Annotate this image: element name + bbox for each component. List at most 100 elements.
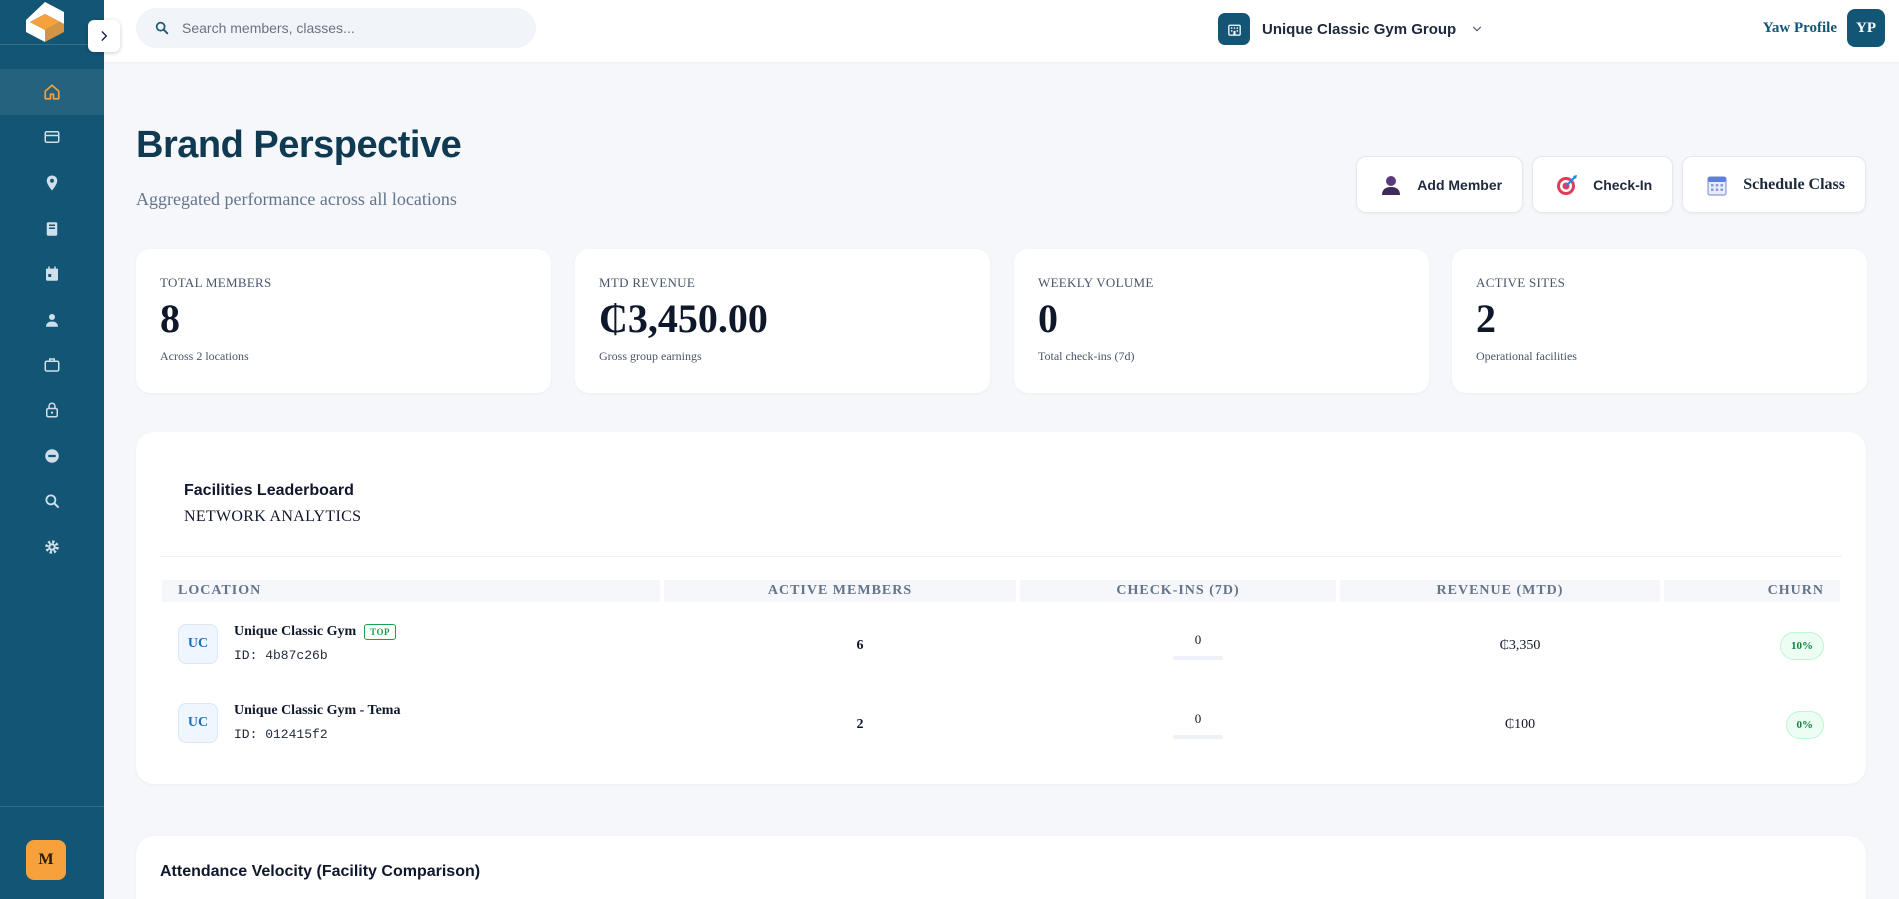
stat-caption: Operational facilities [1476, 349, 1577, 363]
leaderboard-title: Facilities Leaderboard [184, 482, 354, 499]
attendance-velocity-panel: Attendance Velocity (Facility Comparison… [136, 836, 1866, 899]
location-name-text: Unique Classic Gym [234, 624, 357, 639]
card-icon [44, 131, 60, 143]
location-name: Unique Classic Gym - Tema [234, 703, 400, 719]
sidebar-item-access[interactable] [0, 387, 104, 433]
chevron-right-icon [101, 31, 108, 41]
table-row[interactable]: UC Unique Classic Gym TOP ID: 4b87c26b 6… [162, 618, 1840, 674]
location-avatar: UC [178, 624, 218, 664]
top-badge: TOP [364, 624, 396, 640]
search-icon [155, 21, 169, 35]
stat-value: 0 [1038, 296, 1058, 341]
leaderboard-divider [160, 556, 1842, 557]
search-input[interactable] [182, 20, 502, 36]
building-icon [1218, 13, 1250, 45]
stat-card-mtd-revenue: MTD REVENUE ₵3,450.00 Gross group earnin… [575, 249, 990, 393]
stat-caption: Gross group earnings [599, 349, 702, 363]
check-in-label: Check-In [1593, 176, 1653, 193]
column-header-churn[interactable]: CHURN [1664, 580, 1840, 602]
check-ins-cell: 0 [1040, 618, 1356, 674]
location-name: Unique Classic Gym TOP [234, 624, 396, 640]
table-header: LOCATION ACTIVE MEMBERS CHECK-INS (7D) R… [162, 580, 1840, 602]
sidebar-item-locations[interactable] [0, 160, 104, 206]
book-icon [46, 222, 58, 236]
location-pin-icon [46, 175, 58, 191]
add-member-label: Add Member [1417, 176, 1503, 193]
person-icon [1382, 175, 1401, 195]
location-avatar: UC [178, 703, 218, 743]
stat-value: 2 [1476, 296, 1496, 341]
active-members-value: 2 [856, 717, 864, 732]
facilities-leaderboard: Facilities Leaderboard NETWORK ANALYTICS… [136, 432, 1866, 784]
check-ins-cell: 0 [1040, 697, 1356, 753]
stat-card-active-sites: ACTIVE SITES 2 Operational facilities [1452, 249, 1867, 393]
profile-avatar: YP [1847, 9, 1885, 47]
add-member-button[interactable]: Add Member [1356, 156, 1524, 213]
check-ins-value: 0 [1194, 632, 1202, 647]
sidebar-item-schedule[interactable] [0, 251, 104, 297]
location-name-text: Unique Classic Gym - Tema [234, 703, 401, 718]
stat-label: TOTAL MEMBERS [160, 275, 272, 290]
sidebar-item-settings[interactable] [0, 524, 104, 570]
minus-circle-icon [45, 449, 59, 463]
chevron-down-icon [1473, 26, 1482, 32]
column-header-check-ins[interactable]: CHECK-INS (7D) [1020, 580, 1336, 602]
revenue-value: ₵3,350 [1499, 638, 1541, 653]
stat-card-total-members: TOTAL MEMBERS 8 Across 2 locations [136, 249, 551, 393]
page-title: Brand Perspective [136, 124, 462, 166]
churn-badge: 0% [1785, 711, 1824, 739]
sidebar-toggle-button[interactable] [88, 20, 120, 52]
active-members-value: 6 [856, 638, 864, 653]
table-row[interactable]: UC Unique Classic Gym - Tema ID: 012415f… [162, 697, 1840, 753]
search-icon [45, 494, 59, 508]
user-icon [46, 314, 58, 327]
sidebar-item-reports[interactable] [0, 433, 104, 479]
sidebar-item-billing[interactable] [0, 114, 104, 160]
brand-logo[interactable] [22, 0, 68, 44]
leaderboard-subtitle: NETWORK ANALYTICS [184, 508, 362, 525]
search-bar[interactable] [136, 8, 536, 48]
target-icon [1557, 174, 1578, 195]
sidebar-item-members[interactable] [0, 297, 104, 343]
revenue-value: ₵100 [1504, 717, 1536, 732]
column-header-revenue[interactable]: REVENUE (MTD) [1340, 580, 1660, 602]
stat-card-weekly-volume: WEEKLY VOLUME 0 Total check-ins (7d) [1014, 249, 1429, 393]
profile-menu[interactable]: Yaw Profile YP [1763, 9, 1885, 47]
briefcase-icon [44, 358, 60, 372]
sidebar: M [0, 0, 104, 899]
location-id: ID: 4b87c26b [234, 648, 328, 663]
schedule-class-button[interactable]: Schedule Class [1682, 156, 1866, 213]
check-ins-bar [1173, 656, 1223, 660]
location-id: ID: 012415f2 [234, 727, 328, 742]
sidebar-item-search[interactable] [0, 478, 104, 524]
stat-caption: Across 2 locations [160, 349, 249, 363]
user-avatar[interactable]: M [26, 840, 66, 880]
home-icon [44, 84, 60, 100]
sidebar-divider [0, 806, 104, 807]
check-in-button[interactable]: Check-In [1532, 156, 1674, 213]
sidebar-item-home[interactable] [0, 69, 104, 115]
sidebar-item-classes[interactable] [0, 206, 104, 252]
stat-label: MTD REVENUE [599, 275, 696, 290]
stat-label: WEEKLY VOLUME [1038, 275, 1154, 290]
gear-icon [45, 540, 59, 554]
org-name: Unique Classic Gym Group [1262, 20, 1457, 38]
stat-label: ACTIVE SITES [1476, 275, 1566, 290]
org-switcher[interactable]: Unique Classic Gym Group [1218, 13, 1484, 45]
calendar-icon [46, 266, 58, 281]
sidebar-item-staff[interactable] [0, 342, 104, 388]
churn-badge: 10% [1780, 632, 1824, 660]
schedule-class-label: Schedule Class [1743, 175, 1845, 193]
column-header-location[interactable]: LOCATION [162, 580, 660, 602]
column-header-active-members[interactable]: ACTIVE MEMBERS [664, 580, 1016, 602]
check-ins-value: 0 [1194, 711, 1202, 726]
stat-caption: Total check-ins (7d) [1038, 349, 1135, 363]
quick-actions: Add Member Check-In Schedule Class [1356, 156, 1866, 213]
calendar-icon [1707, 175, 1727, 196]
attendance-title: Attendance Velocity (Facility Comparison… [160, 863, 481, 880]
page-subtitle: Aggregated performance across all locati… [136, 189, 457, 209]
stat-value: ₵3,450.00 [599, 296, 768, 341]
lock-icon [46, 402, 58, 418]
check-ins-bar [1173, 735, 1223, 739]
top-header: Unique Classic Gym Group Yaw Profile YP [104, 0, 1899, 62]
